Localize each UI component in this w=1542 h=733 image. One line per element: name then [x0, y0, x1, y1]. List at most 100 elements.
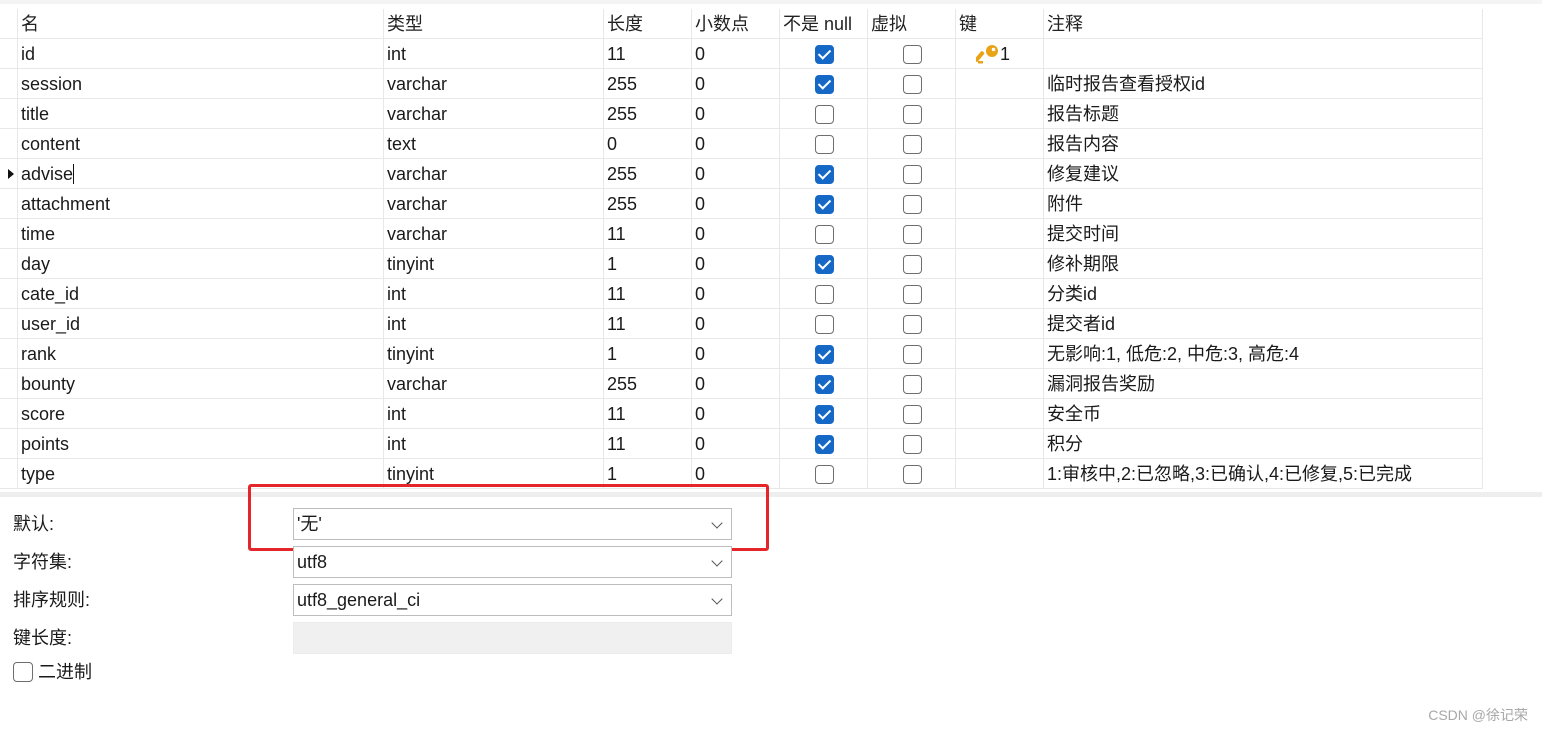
- field-name-cell[interactable]: bounty: [17, 369, 383, 399]
- field-length-cell[interactable]: 0: [603, 129, 691, 159]
- table-row[interactable]: bounty varchar 255 0 漏洞报告奖励: [0, 369, 1483, 399]
- field-decimals-cell[interactable]: 0: [691, 219, 779, 249]
- table-row[interactable]: time varchar 11 0 提交时间: [0, 219, 1483, 249]
- field-key-cell[interactable]: [955, 309, 1043, 339]
- virtual-checkbox[interactable]: [903, 45, 922, 64]
- not-null-checkbox[interactable]: [815, 195, 834, 214]
- field-length-cell[interactable]: 1: [603, 339, 691, 369]
- field-comment-cell[interactable]: 积分: [1043, 429, 1483, 459]
- field-decimals-cell[interactable]: 0: [691, 339, 779, 369]
- field-key-cell[interactable]: [955, 249, 1043, 279]
- not-null-checkbox[interactable]: [815, 105, 834, 124]
- charset-select[interactable]: utf8: [293, 546, 732, 578]
- field-type-cell[interactable]: varchar: [383, 189, 603, 219]
- column-header-length[interactable]: 长度: [603, 9, 691, 39]
- field-decimals-cell[interactable]: 0: [691, 429, 779, 459]
- field-name-cell[interactable]: title: [17, 99, 383, 129]
- field-type-cell[interactable]: int: [383, 39, 603, 69]
- field-name-cell[interactable]: score: [17, 399, 383, 429]
- field-length-cell[interactable]: 255: [603, 159, 691, 189]
- field-key-cell[interactable]: [955, 159, 1043, 189]
- table-row[interactable]: title varchar 255 0 报告标题: [0, 99, 1483, 129]
- virtual-checkbox[interactable]: [903, 255, 922, 274]
- collation-select[interactable]: utf8_general_ci: [293, 584, 732, 616]
- field-name-cell[interactable]: advise: [17, 159, 383, 189]
- field-decimals-cell[interactable]: 0: [691, 39, 779, 69]
- column-header-name[interactable]: 名: [17, 9, 383, 39]
- field-length-cell[interactable]: 11: [603, 219, 691, 249]
- virtual-checkbox[interactable]: [903, 285, 922, 304]
- field-type-cell[interactable]: varchar: [383, 219, 603, 249]
- field-comment-cell[interactable]: 分类id: [1043, 279, 1483, 309]
- field-key-cell[interactable]: [955, 399, 1043, 429]
- field-decimals-cell[interactable]: 0: [691, 129, 779, 159]
- table-row[interactable]: advise varchar 255 0 修复建议: [0, 159, 1483, 189]
- field-type-cell[interactable]: tinyint: [383, 339, 603, 369]
- field-length-cell[interactable]: 11: [603, 309, 691, 339]
- field-type-cell[interactable]: varchar: [383, 369, 603, 399]
- field-length-cell[interactable]: 255: [603, 99, 691, 129]
- not-null-checkbox[interactable]: [815, 435, 834, 454]
- field-comment-cell[interactable]: 安全币: [1043, 399, 1483, 429]
- table-row[interactable]: day tinyint 1 0 修补期限: [0, 249, 1483, 279]
- field-key-cell[interactable]: [955, 69, 1043, 99]
- virtual-checkbox[interactable]: [903, 75, 922, 94]
- field-name-cell[interactable]: content: [17, 129, 383, 159]
- field-length-cell[interactable]: 1: [603, 249, 691, 279]
- field-name-cell[interactable]: rank: [17, 339, 383, 369]
- virtual-checkbox[interactable]: [903, 165, 922, 184]
- column-header-decimals[interactable]: 小数点: [691, 9, 779, 39]
- field-name-cell[interactable]: points: [17, 429, 383, 459]
- field-length-cell[interactable]: 11: [603, 279, 691, 309]
- field-decimals-cell[interactable]: 0: [691, 189, 779, 219]
- field-comment-cell[interactable]: 提交时间: [1043, 219, 1483, 249]
- field-comment-cell[interactable]: 附件: [1043, 189, 1483, 219]
- column-header-virtual[interactable]: 虚拟: [867, 9, 955, 39]
- field-key-cell[interactable]: [955, 99, 1043, 129]
- field-type-cell[interactable]: text: [383, 129, 603, 159]
- field-type-cell[interactable]: varchar: [383, 159, 603, 189]
- field-name-cell[interactable]: day: [17, 249, 383, 279]
- field-decimals-cell[interactable]: 0: [691, 399, 779, 429]
- table-row[interactable]: points int 11 0 积分: [0, 429, 1483, 459]
- field-length-cell[interactable]: 11: [603, 399, 691, 429]
- field-comment-cell[interactable]: 提交者id: [1043, 309, 1483, 339]
- field-key-cell[interactable]: [955, 279, 1043, 309]
- column-header-not-null[interactable]: 不是 null: [779, 9, 867, 39]
- not-null-checkbox[interactable]: [815, 45, 834, 64]
- field-decimals-cell[interactable]: 0: [691, 369, 779, 399]
- field-key-cell[interactable]: [955, 459, 1043, 489]
- field-decimals-cell[interactable]: 0: [691, 99, 779, 129]
- field-type-cell[interactable]: int: [383, 429, 603, 459]
- table-row[interactable]: user_id int 11 0 提交者id: [0, 309, 1483, 339]
- virtual-checkbox[interactable]: [903, 195, 922, 214]
- field-type-cell[interactable]: varchar: [383, 69, 603, 99]
- virtual-checkbox[interactable]: [903, 135, 922, 154]
- field-comment-cell[interactable]: 1:审核中,2:已忽略,3:已确认,4:已修复,5:已完成: [1043, 459, 1483, 489]
- table-row[interactable]: content text 0 0 报告内容: [0, 129, 1483, 159]
- virtual-checkbox[interactable]: [903, 105, 922, 124]
- field-length-cell[interactable]: 11: [603, 429, 691, 459]
- field-decimals-cell[interactable]: 0: [691, 159, 779, 189]
- table-row[interactable]: attachment varchar 255 0 附件: [0, 189, 1483, 219]
- not-null-checkbox[interactable]: [815, 165, 834, 184]
- table-row[interactable]: cate_id int 11 0 分类id: [0, 279, 1483, 309]
- field-key-cell[interactable]: [955, 369, 1043, 399]
- field-name-cell[interactable]: user_id: [17, 309, 383, 339]
- field-decimals-cell[interactable]: 0: [691, 279, 779, 309]
- field-type-cell[interactable]: int: [383, 309, 603, 339]
- column-header-type[interactable]: 类型: [383, 9, 603, 39]
- table-row[interactable]: session varchar 255 0 临时报告查看授权id: [0, 69, 1483, 99]
- not-null-checkbox[interactable]: [815, 465, 834, 484]
- field-type-cell[interactable]: varchar: [383, 99, 603, 129]
- not-null-checkbox[interactable]: [815, 315, 834, 334]
- not-null-checkbox[interactable]: [815, 225, 834, 244]
- field-length-cell[interactable]: 255: [603, 369, 691, 399]
- field-name-cell[interactable]: session: [17, 69, 383, 99]
- field-comment-cell[interactable]: 临时报告查看授权id: [1043, 69, 1483, 99]
- field-name-cell[interactable]: attachment: [17, 189, 383, 219]
- field-name-cell[interactable]: cate_id: [17, 279, 383, 309]
- not-null-checkbox[interactable]: [815, 255, 834, 274]
- field-key-cell[interactable]: [955, 339, 1043, 369]
- column-header-comment[interactable]: 注释: [1043, 9, 1483, 39]
